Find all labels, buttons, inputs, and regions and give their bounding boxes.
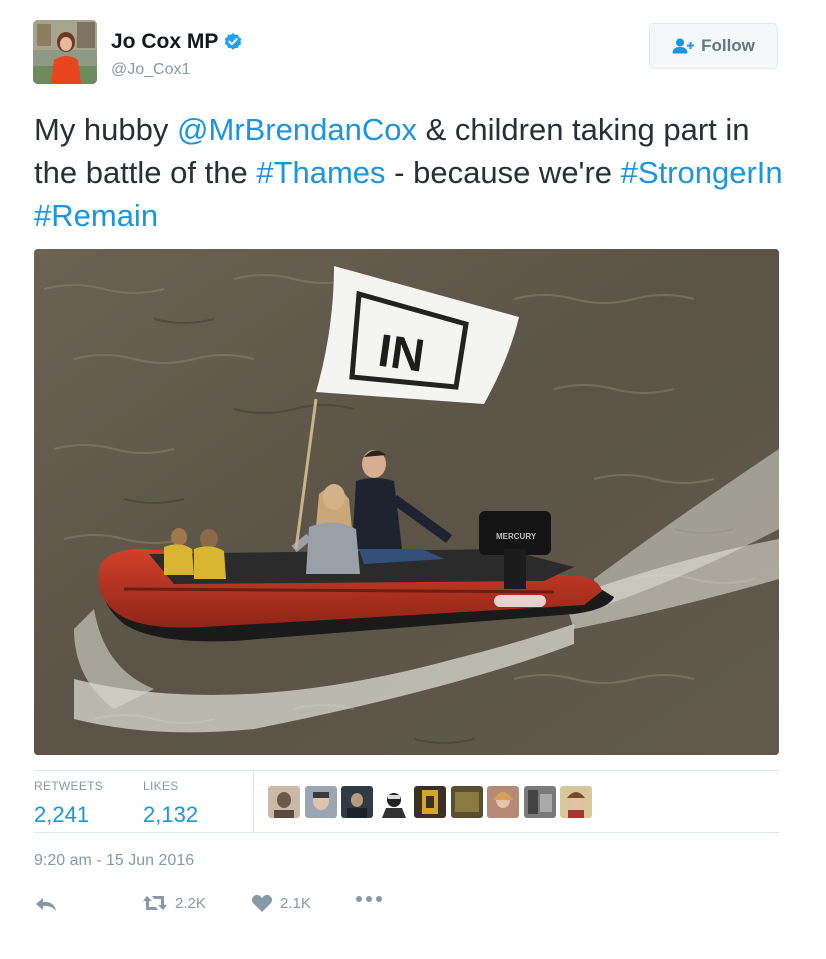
liker-avatar[interactable]	[414, 786, 446, 818]
more-dots-icon	[356, 896, 382, 902]
hashtag-link[interactable]: #Remain	[34, 198, 158, 233]
liker-avatar[interactable]	[304, 786, 337, 818]
stats-divider-top	[34, 770, 779, 771]
avatar[interactable]	[33, 20, 97, 84]
mention-link[interactable]: @MrBrendanCox	[177, 112, 417, 147]
flag-label: IN	[375, 324, 428, 382]
heart-icon	[251, 894, 273, 912]
motor-brand-label: MERCURY	[496, 532, 537, 541]
retweet-count: 2.2K	[175, 894, 206, 912]
hashtag-link[interactable]: #Thames	[256, 155, 385, 190]
more-action[interactable]	[355, 894, 383, 904]
follow-label: Follow	[701, 36, 755, 55]
tweet-text-segment: - because we're	[385, 155, 621, 190]
likes-count: 2,132	[143, 802, 199, 827]
liker-avatars	[268, 786, 597, 818]
tweet-text: My hubby @MrBrendanCox & children taking…	[34, 108, 794, 237]
retweets-count: 2,241	[34, 802, 90, 827]
liker-avatar[interactable]	[341, 786, 373, 818]
add-person-icon	[672, 38, 695, 54]
likes-label: LIKES	[143, 779, 179, 793]
verified-badge-icon	[225, 32, 242, 50]
follow-button[interactable]: Follow	[649, 23, 778, 69]
liker-avatar[interactable]	[377, 786, 410, 818]
author-name[interactable]: Jo Cox MP	[111, 30, 218, 54]
tweet-photo[interactable]: MERCURY IN	[34, 249, 779, 755]
hashtag-link[interactable]: #StrongerIn	[621, 155, 783, 190]
retweet-action[interactable]: 2.2K	[142, 894, 206, 912]
liker-avatar[interactable]	[523, 786, 556, 818]
author-handle[interactable]: @Jo_Cox1	[111, 61, 190, 79]
avatar-image	[33, 20, 97, 84]
stats-separator	[253, 770, 254, 832]
tweet-text-segment: My hubby	[34, 112, 178, 147]
like-action[interactable]: 2.1K	[251, 894, 311, 913]
like-count: 2.1K	[280, 895, 311, 912]
stats-divider-bottom	[34, 832, 779, 833]
liker-avatar[interactable]	[268, 786, 300, 818]
likes-stat[interactable]: LIKES 2,132	[143, 779, 198, 828]
author-name-row: Jo Cox MP	[111, 30, 243, 54]
liker-avatar[interactable]	[560, 786, 592, 818]
retweets-stat[interactable]: RETWEETS 2,241	[34, 779, 103, 828]
retweets-label: RETWEETS	[34, 779, 104, 793]
liker-avatar[interactable]	[450, 786, 483, 818]
retweet-icon	[143, 896, 167, 910]
boat-photo-image: MERCURY IN	[34, 249, 779, 755]
tweet-timestamp[interactable]: 9:20 am - 15 Jun 2016	[34, 852, 194, 870]
liker-avatar[interactable]	[487, 786, 519, 818]
reply-icon	[36, 898, 56, 911]
reply-action[interactable]	[34, 894, 58, 914]
